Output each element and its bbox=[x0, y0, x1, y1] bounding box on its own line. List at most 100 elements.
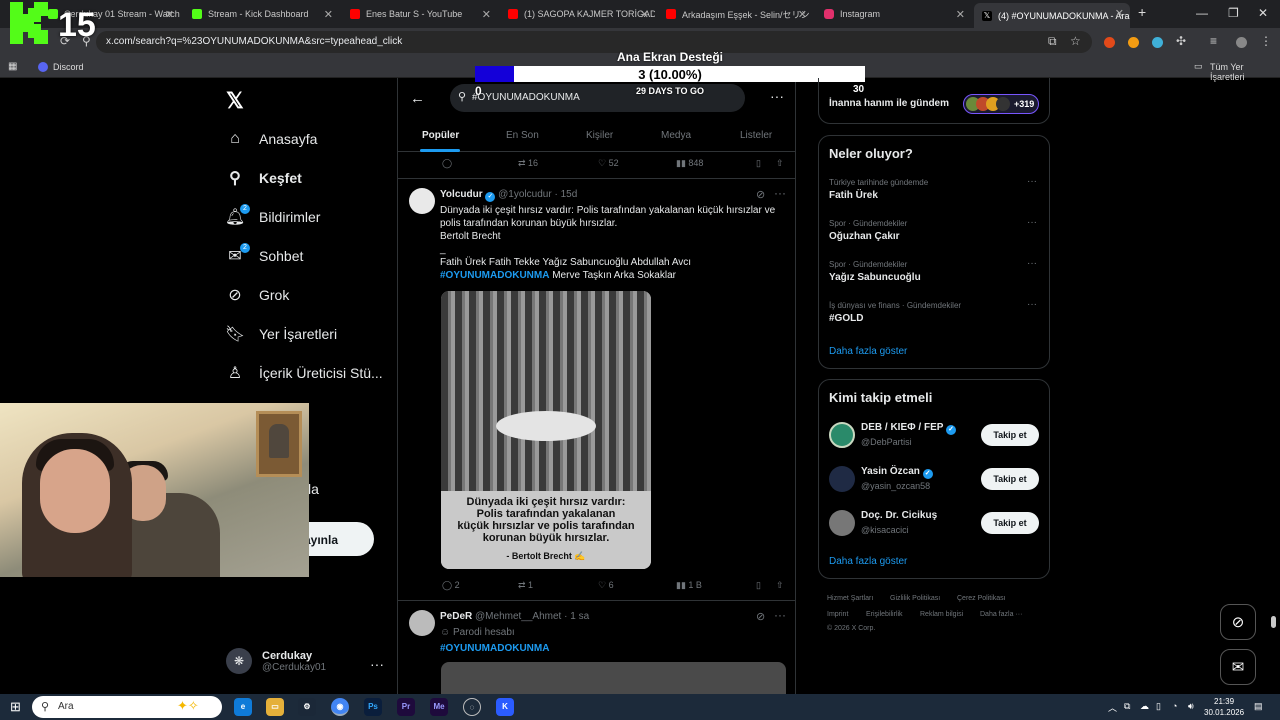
share-icon[interactable]: ⇧ bbox=[776, 580, 784, 591]
premiere-icon[interactable]: Pr bbox=[397, 698, 415, 716]
footer-link[interactable]: Erişilebilirlik bbox=[866, 611, 903, 618]
star-icon[interactable]: ☆ bbox=[1070, 34, 1081, 48]
more-icon[interactable]: ··· bbox=[774, 608, 786, 622]
account-switcher[interactable]: ❋ Cerdukay @Cerdukay01 bbox=[226, 648, 326, 674]
all-bookmarks[interactable]: Tüm Yer İşaretleri bbox=[1210, 62, 1280, 82]
browser-tab[interactable]: Instagram ✕ bbox=[816, 4, 971, 24]
windows-start-icon[interactable]: ⊞ bbox=[10, 699, 21, 715]
browser-tab-active[interactable]: 𝕏 (4) #OYUNUMADOKUNMA - Arama ✕ bbox=[974, 3, 1130, 28]
avatar[interactable] bbox=[829, 466, 855, 492]
tab-lists[interactable]: Listeler bbox=[740, 130, 772, 141]
avatar[interactable] bbox=[409, 188, 435, 214]
footer-link[interactable]: Daha fazla ··· bbox=[980, 611, 1022, 618]
browser-tab[interactable]: (1) SAGOPA KAJMER TORİGADİ ✕ bbox=[500, 4, 655, 24]
tab-people[interactable]: Kişiler bbox=[586, 130, 613, 141]
follow-button[interactable]: Takip et bbox=[981, 512, 1039, 534]
avatar[interactable] bbox=[829, 510, 855, 536]
more-icon[interactable]: ··· bbox=[370, 656, 384, 672]
nav-item-explore[interactable]: ⚲ Keşfet bbox=[226, 165, 302, 191]
steam-icon[interactable]: ⚙ bbox=[298, 698, 316, 716]
close-icon[interactable]: ✕ bbox=[482, 8, 491, 21]
extension-icon[interactable] bbox=[1104, 37, 1115, 48]
views-icon[interactable]: ▮▮ 1 B bbox=[676, 580, 702, 591]
tray-volume-icon[interactable]: 🔊︎ bbox=[1188, 701, 1194, 712]
nav-item-home[interactable]: ⌂ Anasayfa bbox=[226, 126, 317, 152]
like-icon[interactable]: ♡ 52 bbox=[598, 158, 619, 169]
extension-icon[interactable] bbox=[1128, 37, 1139, 48]
trend-item[interactable]: Yağız Sabuncuoğlu bbox=[829, 272, 921, 283]
close-icon[interactable]: ✕ bbox=[640, 8, 649, 21]
footer-link[interactable]: Çerez Politikası bbox=[957, 595, 1006, 602]
close-icon[interactable]: ✕ bbox=[798, 8, 807, 21]
back-arrow-icon[interactable]: ← bbox=[410, 90, 425, 107]
more-icon[interactable]: ··· bbox=[1027, 217, 1037, 228]
close-icon[interactable]: ✕ bbox=[956, 8, 965, 21]
tray-battery-icon[interactable]: ▯ bbox=[1156, 701, 1161, 712]
tray-cloud-icon[interactable]: ☁ bbox=[1140, 701, 1149, 712]
puzzle-icon[interactable]: ✣ bbox=[1176, 34, 1186, 48]
restore-icon[interactable]: ❐ bbox=[1228, 6, 1239, 20]
nav-item-fragment[interactable]: la bbox=[308, 476, 319, 502]
tray-chevron-icon[interactable]: ︿ bbox=[1108, 701, 1117, 714]
cast-icon[interactable]: ⧉ bbox=[1048, 34, 1057, 49]
more-icon[interactable]: ··· bbox=[774, 186, 786, 200]
bookmark-icon[interactable]: ▯ bbox=[756, 158, 761, 169]
like-icon[interactable]: ♡ 6 bbox=[598, 580, 614, 591]
reply-icon[interactable]: ◯ bbox=[442, 158, 452, 169]
tab-media[interactable]: Medya bbox=[661, 130, 691, 141]
nav-item-bookmarks[interactable]: 🔖︎ Yer İşaretleri bbox=[225, 321, 337, 347]
grok-icon[interactable]: ⊘ bbox=[756, 188, 765, 201]
trend-item[interactable]: #GOLD bbox=[829, 313, 863, 324]
tray-app-icon[interactable]: ⧉ bbox=[1124, 701, 1130, 712]
follow-handle[interactable]: @DebPartisi bbox=[861, 437, 912, 447]
chrome-icon[interactable]: ◉ bbox=[331, 698, 349, 716]
more-icon[interactable]: ··· bbox=[1027, 258, 1037, 269]
follow-button[interactable]: Takip et bbox=[981, 468, 1039, 490]
footer-link[interactable]: Imprint bbox=[827, 611, 848, 618]
scrollbar[interactable] bbox=[1271, 616, 1276, 628]
nav-item-messages[interactable]: ✉ 2 Sohbet bbox=[226, 243, 303, 269]
bookmark-discord[interactable]: Discord bbox=[53, 62, 84, 72]
extension-icon[interactable] bbox=[1152, 37, 1163, 48]
nav-item-grok[interactable]: ⊘ Grok bbox=[226, 282, 289, 308]
close-window-icon[interactable]: ✕ bbox=[1258, 6, 1268, 20]
avatar[interactable] bbox=[409, 610, 435, 636]
hashtag-link[interactable]: #OYUNUMADOKUNMA bbox=[440, 643, 549, 654]
minimize-icon[interactable]: — bbox=[1196, 6, 1208, 20]
edge-icon[interactable]: e bbox=[234, 698, 252, 716]
trend-item[interactable]: Oğuzhan Çakır bbox=[829, 231, 900, 242]
tweet-image[interactable]: Dünyada iki çeşit hırsız vardır: Polis t… bbox=[441, 291, 651, 569]
follow-handle[interactable]: @kisacacici bbox=[861, 525, 909, 535]
follow-name[interactable]: DEB / KIEФ / FEP ✓ bbox=[861, 422, 957, 435]
notification-center-icon[interactable]: ▤ bbox=[1254, 701, 1263, 712]
views-icon[interactable]: ▮▮ 848 bbox=[676, 158, 703, 169]
trend-item[interactable]: Fatih Ürek bbox=[829, 190, 878, 201]
photoshop-icon[interactable]: Ps bbox=[364, 698, 382, 716]
obs-icon[interactable]: ◌ bbox=[463, 698, 481, 716]
footer-link[interactable]: Gizlilik Politikası bbox=[890, 595, 940, 602]
retweet-icon[interactable]: ⇄ 1 bbox=[518, 580, 533, 591]
follow-handle[interactable]: @yasin_ozcan58 bbox=[861, 481, 930, 491]
media-icon[interactable]: ≡ bbox=[1210, 34, 1217, 48]
browser-tab[interactable]: Arkadaşım Eşşek - Selin/セリン ✕ bbox=[658, 4, 813, 24]
browser-tab[interactable]: Stream - Kick Dashboard ✕ bbox=[184, 4, 339, 24]
nav-item-notifications[interactable]: 🔔︎ 2 Bildirimler bbox=[225, 204, 320, 230]
close-icon[interactable]: ✕ bbox=[1115, 7, 1124, 20]
bookmark-icon[interactable]: ▯ bbox=[756, 580, 761, 591]
media-encoder-icon[interactable]: Me bbox=[430, 698, 448, 716]
avatar[interactable] bbox=[829, 422, 855, 448]
retweet-icon[interactable]: ⇄ 16 bbox=[518, 158, 538, 169]
footer-link[interactable]: Hizmet Şartları bbox=[827, 595, 873, 602]
kick-app-icon[interactable]: K bbox=[496, 698, 514, 716]
tray-wifi-icon[interactable]: ◔ bbox=[1172, 701, 1177, 711]
more-icon[interactable]: ··· bbox=[1027, 176, 1037, 187]
kebab-menu-icon[interactable]: ⋮ bbox=[1260, 34, 1272, 48]
taskbar-search[interactable]: ⚲ Ara ✦✧ bbox=[32, 696, 222, 718]
messages-fab-icon[interactable]: ✉ bbox=[1220, 649, 1256, 685]
apps-grid-icon[interactable]: ▦ bbox=[8, 61, 17, 72]
grok-fab-icon[interactable]: ⊘ bbox=[1220, 604, 1256, 640]
follow-button[interactable]: Takip et bbox=[981, 424, 1039, 446]
browser-tab[interactable]: Enes Batur S - YouTube ✕ bbox=[342, 4, 497, 24]
grok-icon[interactable]: ⊘ bbox=[756, 610, 765, 623]
new-tab-button[interactable]: + bbox=[1138, 4, 1146, 20]
